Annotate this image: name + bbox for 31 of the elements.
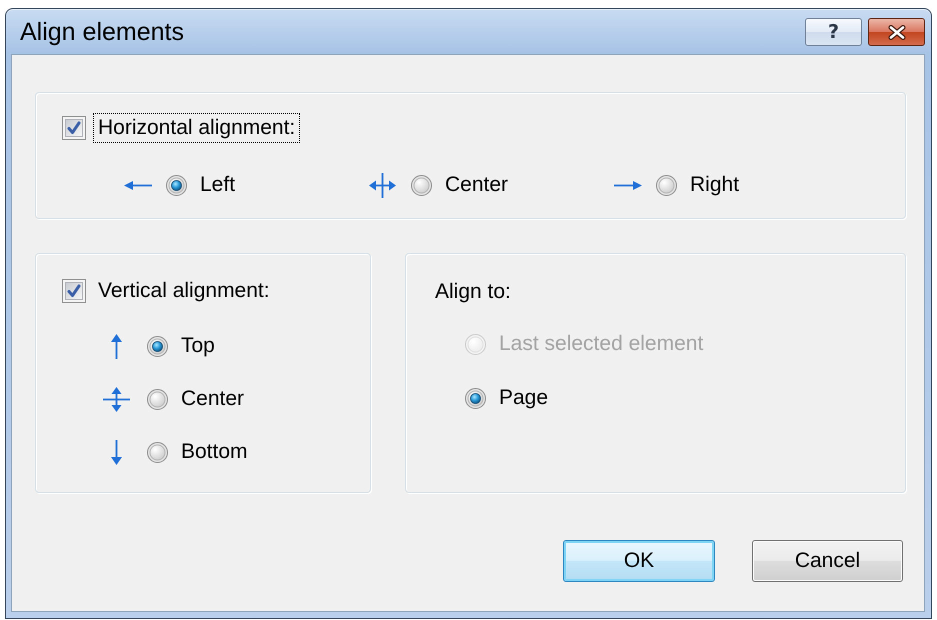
group-label: Align to: <box>435 280 512 304</box>
right-arrow-icon <box>614 180 642 190</box>
radio-label[interactable]: Left <box>200 173 236 197</box>
help-button[interactable]: ? <box>805 18 862 46</box>
down-arrow-icon <box>110 440 123 464</box>
radio-label[interactable]: Center <box>445 173 508 197</box>
center-arrows-icon <box>369 172 396 198</box>
radio-label[interactable]: Page <box>499 386 548 410</box>
radio-label[interactable]: Right <box>690 173 740 197</box>
checkbox-label[interactable]: Horizontal alignment: <box>93 113 300 143</box>
checkbox[interactable] <box>62 279 86 303</box>
radio-label[interactable]: Center <box>181 387 244 411</box>
checkbox[interactable] <box>62 116 86 140</box>
window-title: Align elements <box>20 20 184 45</box>
close-icon <box>888 24 906 40</box>
close-button[interactable] <box>868 18 925 46</box>
radio-button[interactable] <box>147 388 168 410</box>
radio-button[interactable] <box>147 442 168 462</box>
radio-button[interactable] <box>411 174 432 196</box>
radio-label[interactable]: Bottom <box>181 440 248 464</box>
up-arrow-icon <box>110 334 123 358</box>
radio-button[interactable] <box>166 174 187 196</box>
checkbox-label[interactable]: Vertical alignment: <box>93 276 275 306</box>
radio-label[interactable]: Top <box>181 334 215 358</box>
left-arrow-icon <box>124 180 152 190</box>
center-arrows-icon <box>103 386 130 412</box>
cancel-button[interactable]: Cancel <box>752 540 903 582</box>
radio-button[interactable] <box>656 174 677 196</box>
radio-button[interactable] <box>147 336 168 356</box>
radio-button[interactable] <box>465 388 486 408</box>
ok-button[interactable]: OK <box>563 540 715 582</box>
